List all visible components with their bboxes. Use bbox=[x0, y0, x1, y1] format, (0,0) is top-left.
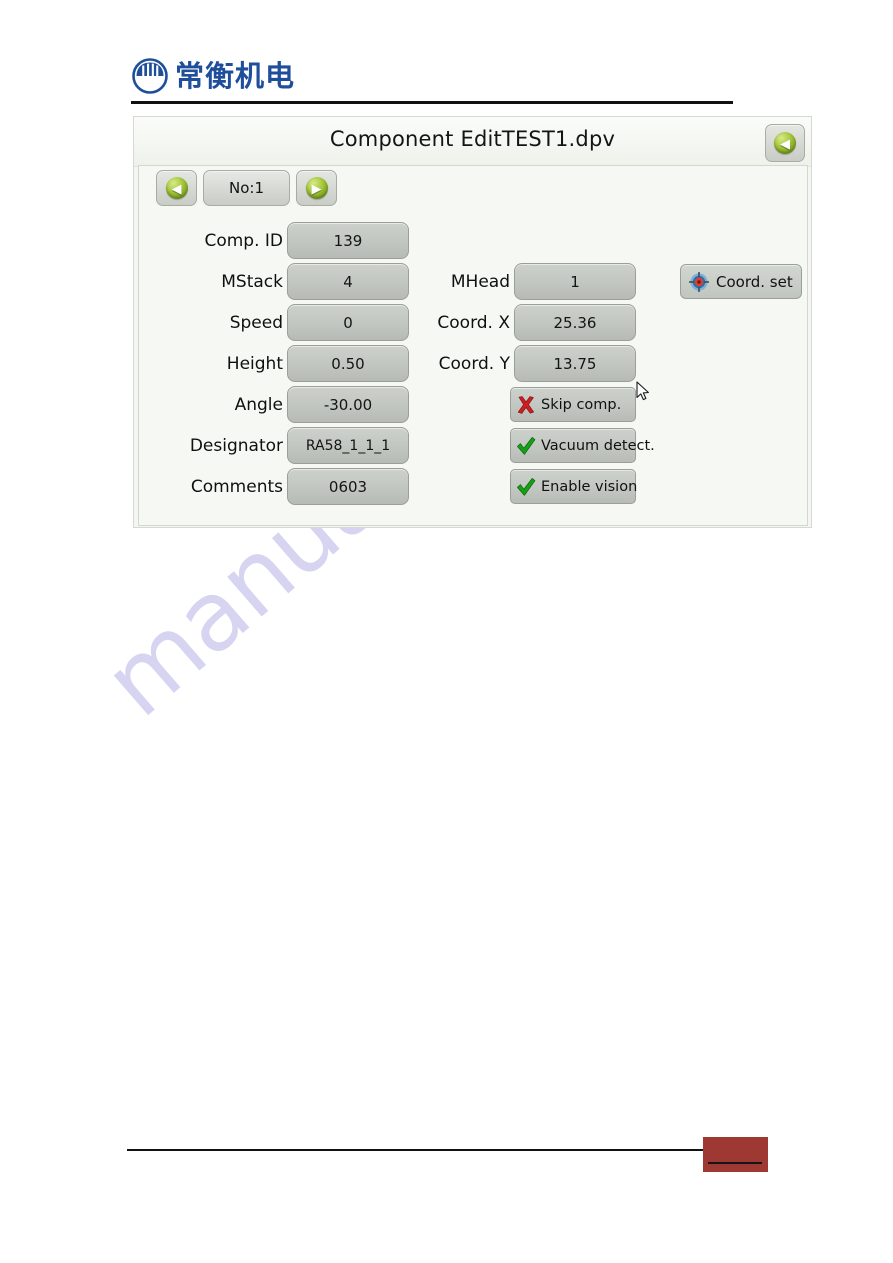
field-row-angle: Angle -30.00 bbox=[173, 386, 409, 423]
toggle-skip-comp-label: Skip comp. bbox=[541, 396, 622, 413]
toggle-enable-vision-label: Enable vision bbox=[541, 478, 638, 495]
footer-badge-line bbox=[708, 1162, 762, 1164]
record-navigation: ◀ No:1 ▶ bbox=[156, 170, 337, 206]
field-row-mhead: MHead 1 bbox=[414, 263, 636, 300]
component-index-label: No:1 bbox=[229, 179, 264, 197]
input-comp-id[interactable]: 139 bbox=[287, 222, 409, 259]
dialog-body-panel: ◀ No:1 ▶ Comp. ID 139 MStack 4 Speed 0 H… bbox=[138, 165, 808, 526]
field-row-coord-x: Coord. X 25.36 bbox=[414, 304, 636, 341]
company-emblem-icon bbox=[132, 58, 168, 94]
prev-component-button[interactable]: ◀ bbox=[156, 170, 197, 206]
green-check-icon bbox=[515, 435, 537, 457]
footer-divider bbox=[127, 1149, 767, 1151]
coord-set-button[interactable]: Coord. set bbox=[680, 264, 802, 299]
field-row-comments: Comments 0603 bbox=[173, 468, 409, 505]
label-height: Height bbox=[226, 353, 283, 374]
dialog-titlebar: Component EditTEST1.dpv ◀ bbox=[134, 117, 811, 167]
green-check-icon bbox=[515, 476, 537, 498]
label-designator: Designator bbox=[189, 435, 283, 456]
input-mstack[interactable]: 4 bbox=[287, 263, 409, 300]
label-speed: Speed bbox=[229, 312, 283, 333]
toggle-skip-comp[interactable]: Skip comp. bbox=[510, 387, 636, 422]
label-mstack: MStack bbox=[221, 271, 283, 292]
toggle-vacuum-detect-label: Vacuum detect. bbox=[541, 437, 655, 454]
field-row-designator: Designator RA58_1_1_1 bbox=[173, 427, 409, 464]
coord-set-label: Coord. set bbox=[716, 272, 793, 291]
input-mhead[interactable]: 1 bbox=[514, 263, 636, 300]
back-arrow-icon: ◀ bbox=[774, 132, 796, 154]
footer-badge bbox=[703, 1137, 768, 1172]
label-coord-x: Coord. X bbox=[437, 312, 510, 333]
label-comments: Comments bbox=[190, 476, 283, 497]
label-comp-id: Comp. ID bbox=[204, 230, 283, 251]
field-row-coord-y: Coord. Y 13.75 bbox=[414, 345, 636, 382]
input-height[interactable]: 0.50 bbox=[287, 345, 409, 382]
red-x-icon bbox=[515, 394, 537, 416]
page-header: 常衡机电 bbox=[0, 0, 893, 108]
dialog-back-button[interactable]: ◀ bbox=[765, 124, 805, 162]
input-angle[interactable]: -30.00 bbox=[287, 386, 409, 423]
input-speed[interactable]: 0 bbox=[287, 304, 409, 341]
label-coord-y: Coord. Y bbox=[438, 353, 510, 374]
right-arrow-icon: ▶ bbox=[305, 177, 328, 199]
field-row-comp-id: Comp. ID 139 bbox=[173, 222, 409, 259]
toggle-vacuum-detect[interactable]: Vacuum detect. bbox=[510, 428, 655, 463]
next-component-button[interactable]: ▶ bbox=[296, 170, 337, 206]
dialog-title: Component EditTEST1.dpv bbox=[329, 127, 616, 151]
input-designator[interactable]: RA58_1_1_1 bbox=[287, 427, 409, 464]
toggle-enable-vision[interactable]: Enable vision bbox=[510, 469, 638, 504]
brand-logo: 常衡机电 bbox=[132, 58, 295, 94]
left-arrow-icon: ◀ bbox=[165, 177, 188, 199]
header-divider bbox=[131, 101, 733, 104]
crosshair-target-icon bbox=[689, 271, 709, 292]
input-comments[interactable]: 0603 bbox=[287, 468, 409, 505]
field-row-speed: Speed 0 bbox=[173, 304, 409, 341]
field-row-height: Height 0.50 bbox=[173, 345, 409, 382]
field-row-mstack: MStack 4 bbox=[173, 263, 409, 300]
label-mhead: MHead bbox=[450, 271, 510, 292]
input-coord-x[interactable]: 25.36 bbox=[514, 304, 636, 341]
brand-name: 常衡机电 bbox=[175, 58, 296, 93]
page-footer bbox=[0, 1113, 893, 1263]
component-index-field[interactable]: No:1 bbox=[203, 170, 290, 206]
input-coord-y[interactable]: 13.75 bbox=[514, 345, 636, 382]
component-edit-dialog: Component EditTEST1.dpv ◀ ◀ No:1 ▶ Comp.… bbox=[133, 116, 812, 528]
label-angle: Angle bbox=[234, 394, 283, 415]
